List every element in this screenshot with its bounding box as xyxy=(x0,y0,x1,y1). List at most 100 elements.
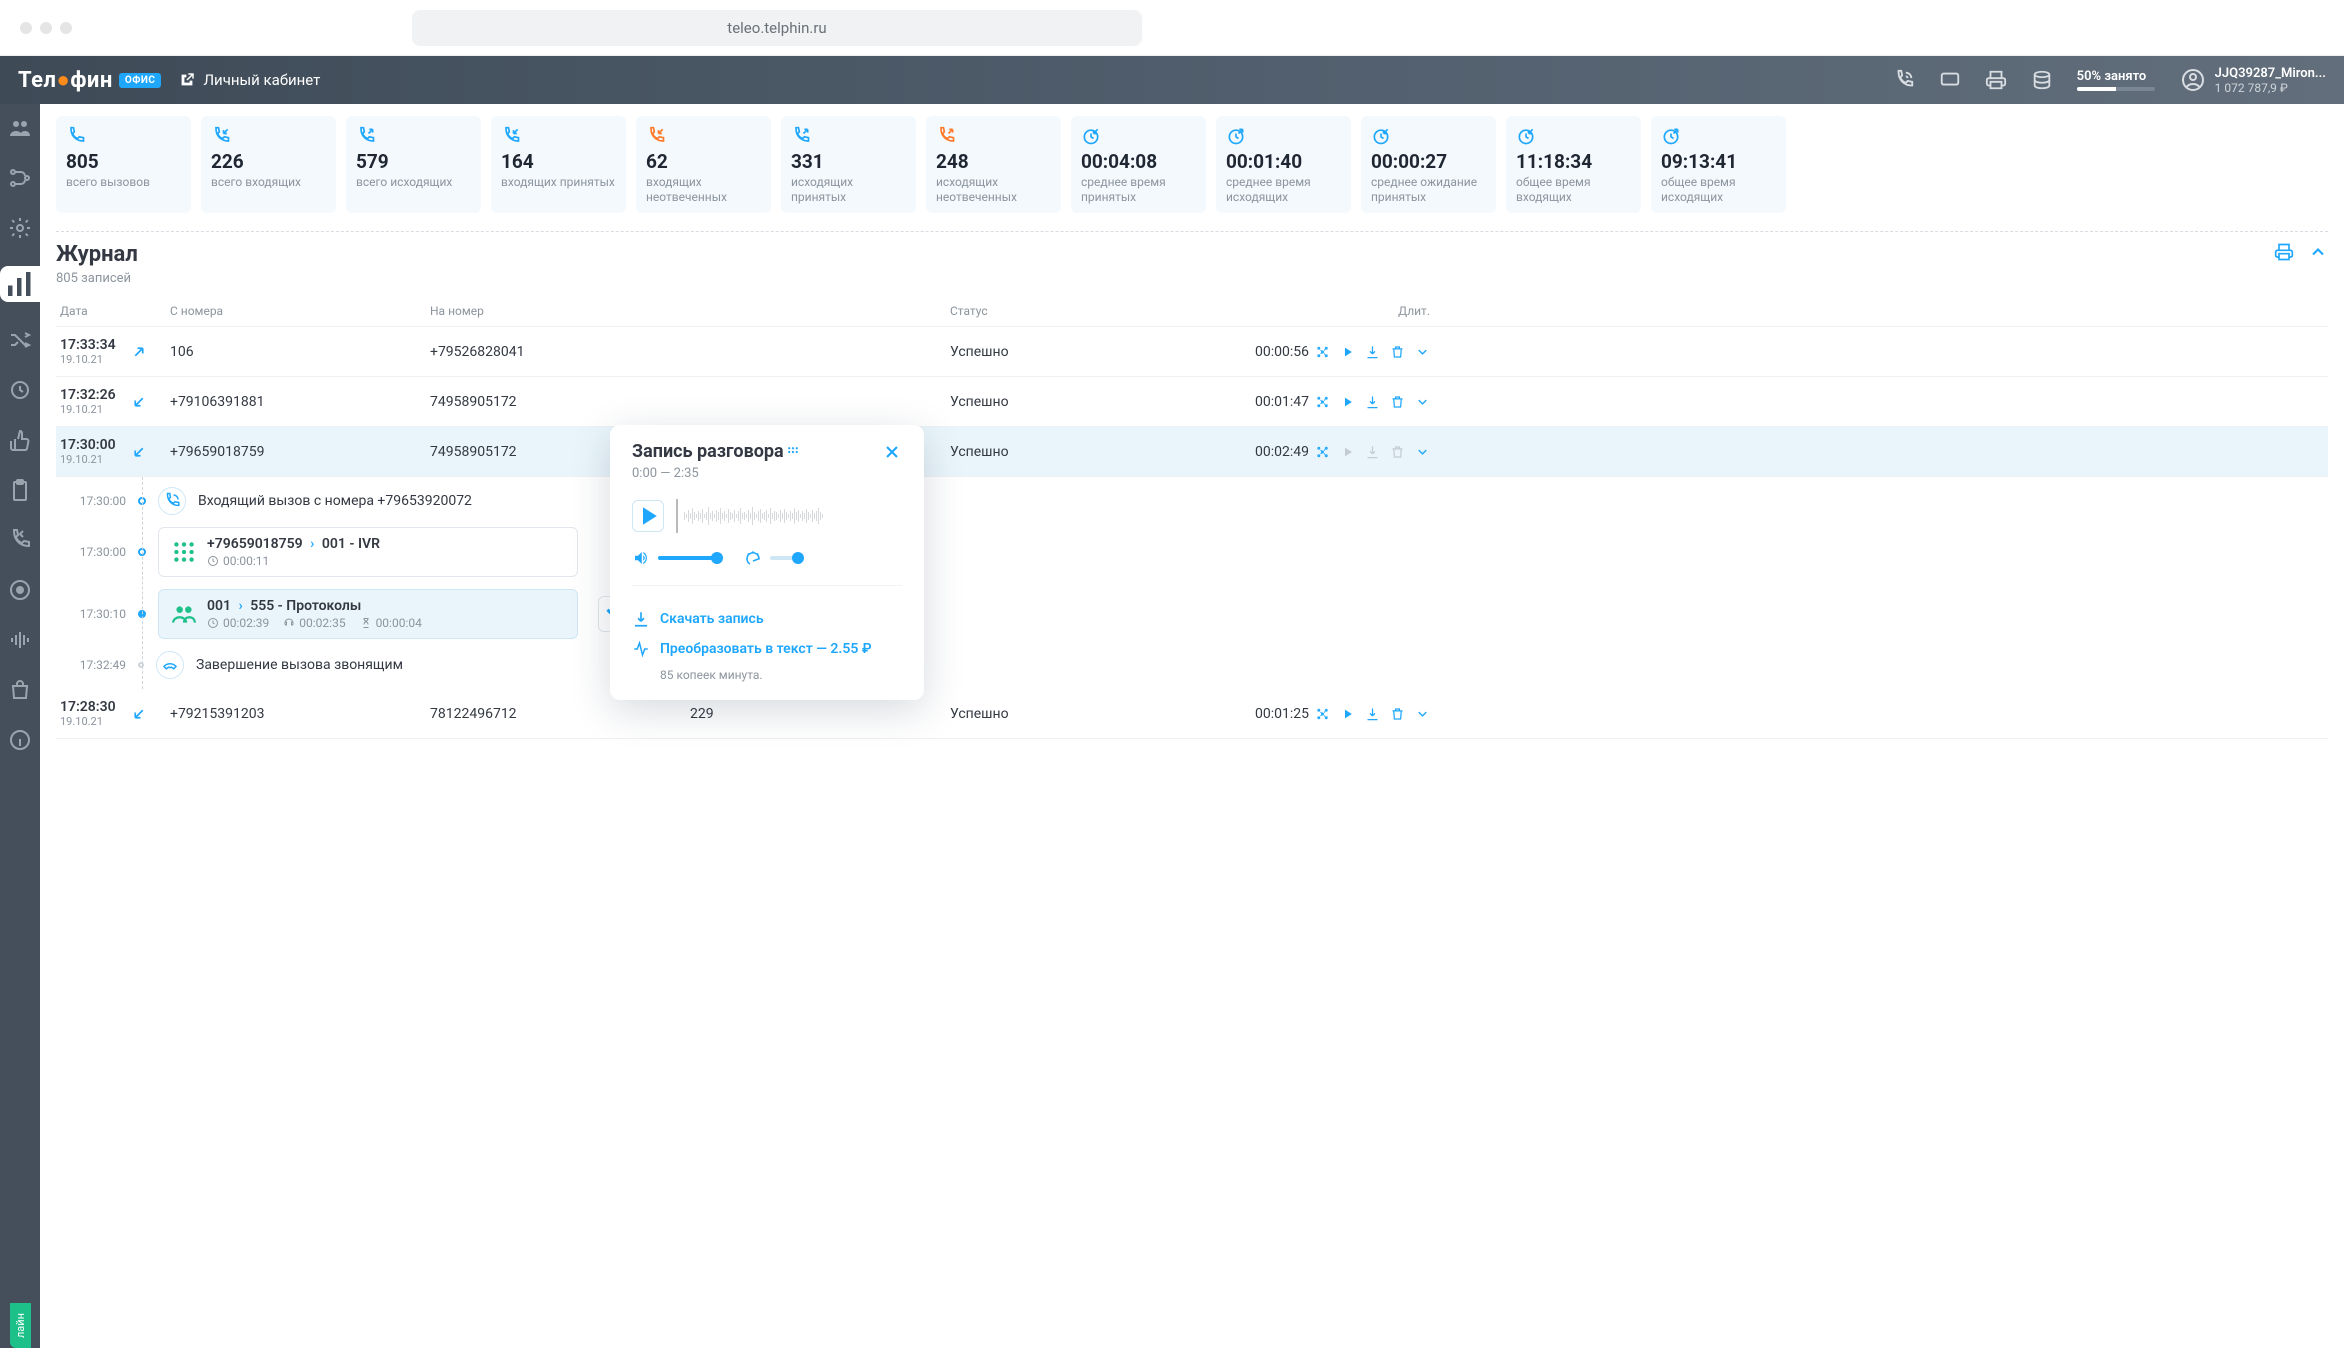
download-recording-link[interactable]: Скачать запись xyxy=(632,604,902,634)
row-expand-icon[interactable] xyxy=(1415,443,1430,461)
row-delete-icon[interactable] xyxy=(1390,443,1405,461)
stat-card[interactable]: 164входящих принятых xyxy=(491,116,626,213)
volume-control[interactable] xyxy=(632,549,718,567)
storage-label: 50% занято xyxy=(2077,69,2155,84)
row-graph-icon[interactable] xyxy=(1315,443,1330,461)
sidebar-target-icon[interactable] xyxy=(8,378,32,402)
row-actions xyxy=(1315,705,1430,723)
row-download-icon[interactable] xyxy=(1365,393,1380,411)
row-expand-icon[interactable] xyxy=(1415,705,1430,723)
sidebar-clipboard-icon[interactable] xyxy=(8,478,32,502)
url-bar[interactable]: teleo.telphin.ru xyxy=(412,10,1142,46)
stat-card[interactable]: 331исходящих принятых xyxy=(781,116,916,213)
sidebar-callback-icon[interactable] xyxy=(8,528,32,552)
row-graph-icon[interactable] xyxy=(1315,393,1330,411)
row-graph-icon[interactable] xyxy=(1315,705,1330,723)
stat-card[interactable]: 805всего вызовов xyxy=(56,116,191,213)
journal-collapse-icon[interactable] xyxy=(2308,242,2328,262)
window-dot[interactable] xyxy=(20,22,32,34)
stat-card[interactable]: 579всего исходящих xyxy=(346,116,481,213)
sidebar-info-icon[interactable] xyxy=(8,728,32,752)
step-text: Входящий вызов с номера +79653920072 xyxy=(198,493,472,509)
volume-slider[interactable] xyxy=(658,556,718,560)
popover-time-range: 0:00 — 2:35 xyxy=(632,466,902,481)
step-icon xyxy=(171,601,197,627)
row-play-icon[interactable] xyxy=(1340,443,1355,461)
sidebar-settings-icon[interactable] xyxy=(8,216,32,240)
step-card[interactable]: 001 › 555 - Протоколы 00:02:39 00:02:35 … xyxy=(158,589,578,639)
row-play-icon[interactable] xyxy=(1340,393,1355,411)
journal-print-icon[interactable] xyxy=(2274,242,2294,262)
cell-time: 17:28:3019.10.21 xyxy=(60,699,130,728)
step-title: +79659018759 › 001 - IVR xyxy=(207,536,380,552)
waveform[interactable] xyxy=(676,499,902,533)
table-row[interactable]: 17:33:3419.10.21106+79526828041Успешно00… xyxy=(56,327,2328,377)
window-dot[interactable] xyxy=(40,22,52,34)
sidebar-routing-icon[interactable] xyxy=(8,166,32,190)
storage-icon[interactable] xyxy=(2031,69,2053,91)
sidebar-stats-icon[interactable] xyxy=(0,266,40,302)
volume-icon xyxy=(632,549,650,567)
active-call-icon[interactable] xyxy=(1893,69,1915,91)
row-actions xyxy=(1315,443,1430,461)
row-play-icon[interactable] xyxy=(1340,705,1355,723)
stat-card[interactable]: 248исходящих неотвеченных xyxy=(926,116,1061,213)
user-menu[interactable]: JJQ39287_Miron... 1 072 787,9 ₽ xyxy=(2181,66,2326,95)
table-row[interactable]: 17:30:0019.10.21+7965901875974958905172У… xyxy=(56,427,2328,477)
stat-card[interactable]: 00:04:08среднее время принятых xyxy=(1071,116,1206,213)
stat-card[interactable]: 226всего входящих xyxy=(201,116,336,213)
cell-from: +79106391881 xyxy=(170,394,430,410)
row-delete-icon[interactable] xyxy=(1390,705,1405,723)
sidebar-contacts-icon[interactable] xyxy=(8,116,32,140)
row-expand-icon[interactable] xyxy=(1415,393,1430,411)
stat-value: 00:00:27 xyxy=(1371,150,1486,173)
cell-duration: 00:00:56 xyxy=(1210,344,1315,360)
logo[interactable]: Тел●фин ОФИС xyxy=(18,67,161,93)
speed-control[interactable] xyxy=(744,549,794,567)
row-actions xyxy=(1315,393,1430,411)
step-card[interactable]: +79659018759 › 001 - IVR 00:00:11 xyxy=(158,527,578,577)
sidebar-record-icon[interactable] xyxy=(8,578,32,602)
sidebar-shuffle-icon[interactable] xyxy=(8,328,32,352)
stat-card[interactable]: 00:00:27среднее ожидание принятых xyxy=(1361,116,1496,213)
speed-slider[interactable] xyxy=(770,556,794,560)
sidebar-online-tab[interactable]: лайн xyxy=(10,1303,31,1348)
row-graph-icon[interactable] xyxy=(1315,343,1330,361)
row-expand-icon[interactable] xyxy=(1415,343,1430,361)
chat-icon[interactable] xyxy=(1939,69,1961,91)
close-icon[interactable] xyxy=(882,442,902,462)
cell-from: +79659018759 xyxy=(170,444,430,460)
print-icon[interactable] xyxy=(1985,69,2007,91)
stat-value: 00:01:40 xyxy=(1226,150,1341,173)
step-meta: 00:02:39 00:02:35 00:00:04 xyxy=(207,616,422,630)
row-download-icon[interactable] xyxy=(1365,443,1380,461)
table-row[interactable]: 17:32:2619.10.21+7910639188174958905172У… xyxy=(56,377,2328,427)
row-download-icon[interactable] xyxy=(1365,343,1380,361)
row-play-icon[interactable] xyxy=(1340,343,1355,361)
cabinet-link[interactable]: Личный кабинет xyxy=(179,71,320,89)
step-icon xyxy=(171,539,197,565)
step-time: 17:30:00 xyxy=(68,494,126,508)
stat-icon xyxy=(501,126,521,146)
transcribe-link[interactable]: Преобразовать в текст — 2.55 ₽ xyxy=(632,634,902,664)
row-delete-icon[interactable] xyxy=(1390,393,1405,411)
table-row[interactable]: 17:28:3019.10.21+79215391203781224967122… xyxy=(56,689,2328,739)
stat-card[interactable]: 11:18:34общее время входящих xyxy=(1506,116,1641,213)
stat-card[interactable]: 62входящих неотвеченных xyxy=(636,116,771,213)
play-button[interactable] xyxy=(632,500,664,532)
stat-icon xyxy=(936,126,956,146)
row-download-icon[interactable] xyxy=(1365,705,1380,723)
sidebar-like-icon[interactable] xyxy=(8,428,32,452)
storage-bar xyxy=(2077,87,2155,91)
drag-handle-icon[interactable] xyxy=(784,443,802,461)
stat-card[interactable]: 09:13:41общее время исходящих xyxy=(1651,116,1786,213)
timeline-dot xyxy=(138,662,144,668)
call-log-table: Дата С номера На номер Статус Длит. 17:3… xyxy=(56,296,2328,739)
direction-icon xyxy=(130,705,148,723)
cell-ext: 229 xyxy=(690,706,950,722)
row-delete-icon[interactable] xyxy=(1390,343,1405,361)
window-dot[interactable] xyxy=(60,22,72,34)
sidebar-audio-icon[interactable] xyxy=(8,628,32,652)
stat-card[interactable]: 00:01:40среднее время исходящих xyxy=(1216,116,1351,213)
sidebar-shop-icon[interactable] xyxy=(8,678,32,702)
